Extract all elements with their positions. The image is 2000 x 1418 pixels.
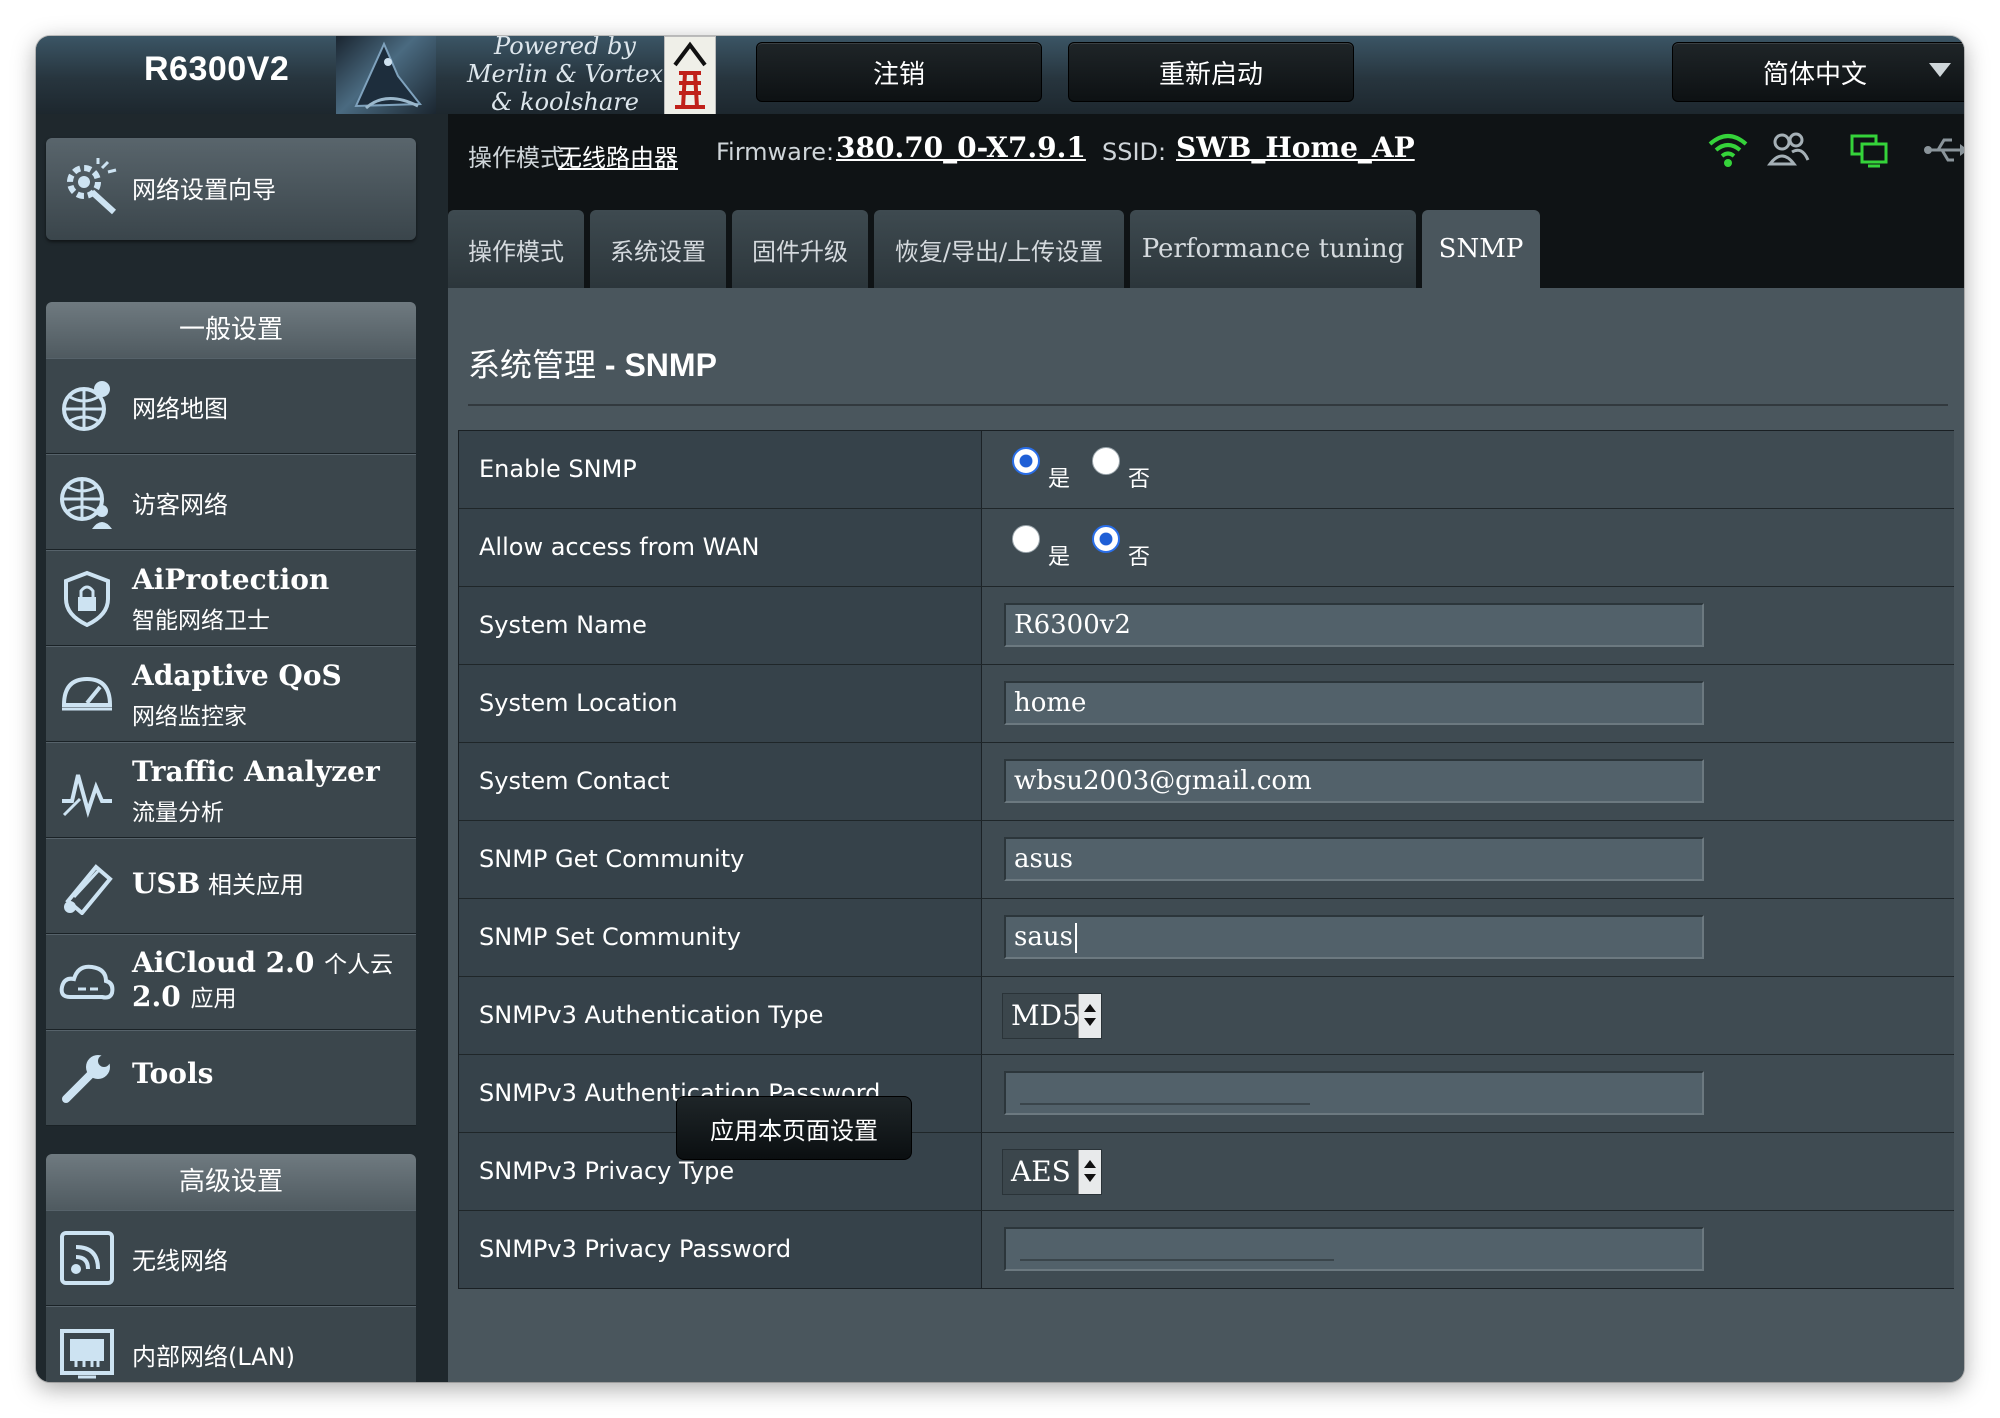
system-contact-input[interactable]: wbsu2003@gmail.com xyxy=(1004,759,1704,803)
snmp-settings-table: Enable SNMP 是 否 Allow access from WAN 是 … xyxy=(458,430,1954,1289)
table-row: SNMP Get Community asus xyxy=(459,821,1954,899)
merlin-logo xyxy=(336,36,436,114)
tab-performance-tuning[interactable]: Performance tuning xyxy=(1130,210,1416,288)
operation-mode-link[interactable]: 无线路由器 xyxy=(558,138,678,173)
snmp-get-community-input[interactable]: asus xyxy=(1004,837,1704,881)
speedometer-icon xyxy=(58,665,116,727)
network-icon[interactable] xyxy=(1848,128,1892,178)
sidebar-item-adaptive-qos[interactable]: Adaptive QoS 网络监控家 xyxy=(46,646,416,742)
clients-icon[interactable] xyxy=(1766,128,1810,178)
privacy-type-select[interactable]: AES xyxy=(1002,1149,1102,1195)
firmware-version-link[interactable]: 380.70_0-X7.9.1 xyxy=(836,131,1086,164)
title-divider xyxy=(468,404,1948,406)
enable-snmp-no-radio[interactable] xyxy=(1092,447,1120,475)
table-row: SNMP Set Community saus xyxy=(459,899,1954,977)
shield-lock-icon xyxy=(58,569,116,631)
top-banner: R6300V2 Powered by Merlin & Vortex & koo… xyxy=(36,36,1964,116)
sidebar-item-traffic-analyzer[interactable]: Traffic Analyzer 流量分析 xyxy=(46,742,416,838)
system-location-input[interactable]: home xyxy=(1004,681,1704,725)
sidebar-item-usb-apps[interactable]: USB 相关应用 xyxy=(46,838,416,934)
tab-firmware-upgrade[interactable]: 固件升级 xyxy=(732,210,868,288)
table-row: System Name R6300v2 xyxy=(459,587,1954,665)
router-model: R6300V2 xyxy=(144,50,290,88)
general-settings-header: 一般设置 xyxy=(46,302,416,358)
wireless-icon xyxy=(58,1229,116,1291)
auth-password-input[interactable] xyxy=(1004,1071,1704,1115)
sidebar-item-lan[interactable]: 内部网络(LAN) xyxy=(46,1306,416,1382)
text-cursor xyxy=(1074,923,1077,953)
privacy-password-input[interactable] xyxy=(1004,1227,1704,1271)
table-row: SNMPv3 Privacy Password xyxy=(459,1211,1954,1288)
cloud-icon xyxy=(58,953,116,1015)
language-select[interactable]: 简体中文 xyxy=(1672,42,1964,102)
reboot-button[interactable]: 重新启动 xyxy=(1068,42,1354,102)
sidebar-item-aicloud[interactable]: AiCloud 2.0 个人云 2.0 应用 xyxy=(46,934,416,1030)
select-arrows-icon xyxy=(1078,994,1101,1038)
table-row: SNMPv3 Authentication Type MD5 xyxy=(459,977,1954,1055)
sidebar-item-guest-network[interactable]: 访客网络 xyxy=(46,454,416,550)
status-bar: 操作模式: 无线路由器 Firmware: 380.70_0-X7.9.1 SS… xyxy=(448,114,1964,192)
wifi-icon[interactable] xyxy=(1706,128,1750,178)
system-name-input[interactable]: R6300v2 xyxy=(1004,603,1704,647)
tab-operation-mode[interactable]: 操作模式 xyxy=(448,210,584,288)
powered-by-text: Powered by Merlin & Vortex & koolshare xyxy=(466,36,664,116)
network-setup-wizard-button[interactable]: 网络设置向导 xyxy=(46,138,416,240)
table-row: Allow access from WAN 是 否 xyxy=(459,509,1954,587)
lan-port-icon xyxy=(58,1325,116,1382)
usb-icon[interactable] xyxy=(1922,128,1964,178)
wizard-icon xyxy=(62,158,120,220)
snmp-set-community-input[interactable]: saus xyxy=(1004,915,1704,959)
select-arrows-icon xyxy=(1078,1150,1101,1194)
sidebar-item-aiprotection[interactable]: AiProtection 智能网络卫士 xyxy=(46,550,416,646)
tab-system-settings[interactable]: 系统设置 xyxy=(590,210,726,288)
logout-button[interactable]: 注销 xyxy=(756,42,1042,102)
traffic-chart-icon xyxy=(58,761,116,823)
tab-snmp[interactable]: SNMP xyxy=(1422,210,1540,288)
sidebar: 网络设置向导 一般设置 网络地图 访客网络 AiProtection 智能网络卫… xyxy=(36,114,448,1382)
apply-settings-button[interactable]: 应用本页面设置 xyxy=(676,1096,912,1160)
page-title: 系统管理 - SNMP xyxy=(468,346,717,384)
tab-restore-save-upload[interactable]: 恢复/导出/上传设置 xyxy=(874,210,1124,288)
ssid-link[interactable]: SWB_Home_AP xyxy=(1176,131,1415,164)
table-row: System Location home xyxy=(459,665,1954,743)
usb-app-icon xyxy=(58,857,116,919)
auth-type-select[interactable]: MD5 xyxy=(1002,993,1102,1039)
sidebar-item-network-map[interactable]: 网络地图 xyxy=(46,358,416,454)
koolshare-logo xyxy=(664,36,716,116)
table-row: System Contact wbsu2003@gmail.com xyxy=(459,743,1954,821)
sidebar-item-tools[interactable]: Tools xyxy=(46,1030,416,1126)
tab-bar: 操作模式 系统设置 固件升级 恢复/导出/上传设置 Performance tu… xyxy=(448,192,1964,288)
advanced-settings-header: 高级设置 xyxy=(46,1154,416,1210)
enable-snmp-yes-radio[interactable] xyxy=(1012,447,1040,475)
globe-users-icon xyxy=(58,473,116,535)
globe-network-icon xyxy=(58,377,116,439)
table-row: Enable SNMP 是 否 xyxy=(459,431,1954,509)
sidebar-item-wireless[interactable]: 无线网络 xyxy=(46,1210,416,1306)
main-content: 系统管理 - SNMP Enable SNMP 是 否 Allow access… xyxy=(448,288,1964,1382)
allow-wan-yes-radio[interactable] xyxy=(1012,525,1040,553)
allow-wan-no-radio[interactable] xyxy=(1092,525,1120,553)
wrench-icon xyxy=(58,1049,116,1111)
chevron-down-icon xyxy=(1929,63,1951,77)
router-admin-window: R6300V2 Powered by Merlin & Vortex & koo… xyxy=(36,36,1964,1382)
